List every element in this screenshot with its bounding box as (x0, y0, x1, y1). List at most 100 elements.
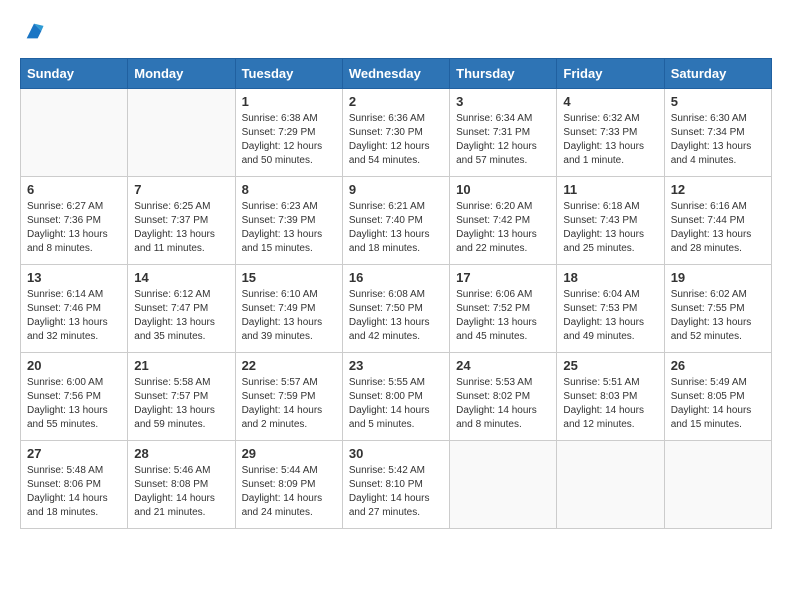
page-header (20, 20, 772, 42)
day-info: Sunrise: 6:08 AM Sunset: 7:50 PM Dayligh… (349, 288, 443, 344)
day-number: 11 (563, 182, 657, 197)
calendar-cell: 20 Sunrise: 6:00 AM Sunset: 7:56 PM Dayli… (21, 353, 128, 441)
calendar-cell: 15Sunrise: 6:10 AM Sunset: 7:49 PM Dayli… (235, 265, 342, 353)
day-info: Sunrise: 5:58 AM Sunset: 7:57 PM Dayligh… (134, 376, 228, 432)
day-info: Sunrise: 6:18 AM Sunset: 7:43 PM Dayligh… (563, 200, 657, 256)
day-number: 13 (27, 270, 121, 285)
calendar-cell (557, 441, 664, 529)
calendar-cell: 23 Sunrise: 5:55 AM Sunset: 8:00 PM Dayli… (342, 353, 449, 441)
week-row-4: 20 Sunrise: 6:00 AM Sunset: 7:56 PM Dayli… (21, 353, 772, 441)
day-info: Sunrise: 5:51 AM Sunset: 8:03 PM Dayligh… (563, 376, 657, 432)
calendar-cell: 24 Sunrise: 5:53 AM Sunset: 8:02 PM Dayli… (450, 353, 557, 441)
logo (20, 20, 45, 42)
day-number: 30 (349, 446, 443, 461)
calendar-cell: 29 Sunrise: 5:44 AM Sunset: 8:09 PM Dayli… (235, 441, 342, 529)
day-info: Sunrise: 5:55 AM Sunset: 8:00 PM Dayligh… (349, 376, 443, 432)
day-number: 10 (456, 182, 550, 197)
day-info: Sunrise: 5:53 AM Sunset: 8:02 PM Dayligh… (456, 376, 550, 432)
calendar-cell: 1Sunrise: 6:38 AM Sunset: 7:29 PM Daylig… (235, 89, 342, 177)
calendar-cell: 11 Sunrise: 6:18 AM Sunset: 7:43 PM Dayli… (557, 177, 664, 265)
calendar-cell: 12 Sunrise: 6:16 AM Sunset: 7:44 PM Dayli… (664, 177, 771, 265)
day-info: Sunrise: 6:00 AM Sunset: 7:56 PM Dayligh… (27, 376, 121, 432)
col-header-thursday: Thursday (450, 59, 557, 89)
day-info: Sunrise: 5:46 AM Sunset: 8:08 PM Dayligh… (134, 464, 228, 520)
day-number: 12 (671, 182, 765, 197)
calendar-cell: 17 Sunrise: 6:06 AM Sunset: 7:52 PM Dayli… (450, 265, 557, 353)
day-number: 6 (27, 182, 121, 197)
calendar-cell: 7 Sunrise: 6:25 AM Sunset: 7:37 PM Daylig… (128, 177, 235, 265)
col-header-friday: Friday (557, 59, 664, 89)
calendar-cell: 4 Sunrise: 6:32 AM Sunset: 7:33 PM Daylig… (557, 89, 664, 177)
day-info: Sunrise: 6:14 AM Sunset: 7:46 PM Dayligh… (27, 288, 121, 344)
calendar-cell (21, 89, 128, 177)
calendar-cell: 30 Sunrise: 5:42 AM Sunset: 8:10 PM Dayli… (342, 441, 449, 529)
day-info: Sunrise: 6:04 AM Sunset: 7:53 PM Dayligh… (563, 288, 657, 344)
day-info: Sunrise: 6:38 AM Sunset: 7:29 PM Dayligh… (242, 112, 336, 168)
col-header-wednesday: Wednesday (342, 59, 449, 89)
day-number: 24 (456, 358, 550, 373)
day-number: 4 (563, 94, 657, 109)
day-number: 22 (242, 358, 336, 373)
day-number: 18 (563, 270, 657, 285)
calendar-cell: 21 Sunrise: 5:58 AM Sunset: 7:57 PM Dayli… (128, 353, 235, 441)
day-number: 3 (456, 94, 550, 109)
day-number: 23 (349, 358, 443, 373)
day-info: Sunrise: 6:25 AM Sunset: 7:37 PM Dayligh… (134, 200, 228, 256)
calendar-table: SundayMondayTuesdayWednesdayThursdayFrid… (20, 58, 772, 529)
day-info: Sunrise: 6:06 AM Sunset: 7:52 PM Dayligh… (456, 288, 550, 344)
day-number: 27 (27, 446, 121, 461)
col-header-saturday: Saturday (664, 59, 771, 89)
day-number: 2 (349, 94, 443, 109)
calendar-cell: 13 Sunrise: 6:14 AM Sunset: 7:46 PM Dayli… (21, 265, 128, 353)
calendar-cell: 22 Sunrise: 5:57 AM Sunset: 7:59 PM Dayli… (235, 353, 342, 441)
day-info: Sunrise: 6:02 AM Sunset: 7:55 PM Dayligh… (671, 288, 765, 344)
day-number: 29 (242, 446, 336, 461)
calendar-cell (664, 441, 771, 529)
day-number: 14 (134, 270, 228, 285)
day-number: 17 (456, 270, 550, 285)
day-info: Sunrise: 5:57 AM Sunset: 7:59 PM Dayligh… (242, 376, 336, 432)
calendar-cell (128, 89, 235, 177)
calendar-cell: 16Sunrise: 6:08 AM Sunset: 7:50 PM Dayli… (342, 265, 449, 353)
day-number: 20 (27, 358, 121, 373)
day-info: Sunrise: 5:48 AM Sunset: 8:06 PM Dayligh… (27, 464, 121, 520)
calendar-cell: 6 Sunrise: 6:27 AM Sunset: 7:36 PM Daylig… (21, 177, 128, 265)
day-number: 7 (134, 182, 228, 197)
day-info: Sunrise: 6:32 AM Sunset: 7:33 PM Dayligh… (563, 112, 657, 168)
day-number: 19 (671, 270, 765, 285)
day-info: Sunrise: 6:30 AM Sunset: 7:34 PM Dayligh… (671, 112, 765, 168)
day-info: Sunrise: 6:34 AM Sunset: 7:31 PM Dayligh… (456, 112, 550, 168)
week-row-5: 27 Sunrise: 5:48 AM Sunset: 8:06 PM Dayli… (21, 441, 772, 529)
col-header-sunday: Sunday (21, 59, 128, 89)
day-info: Sunrise: 5:42 AM Sunset: 8:10 PM Dayligh… (349, 464, 443, 520)
col-header-monday: Monday (128, 59, 235, 89)
day-info: Sunrise: 5:44 AM Sunset: 8:09 PM Dayligh… (242, 464, 336, 520)
day-info: Sunrise: 6:16 AM Sunset: 7:44 PM Dayligh… (671, 200, 765, 256)
col-header-tuesday: Tuesday (235, 59, 342, 89)
week-row-1: 1Sunrise: 6:38 AM Sunset: 7:29 PM Daylig… (21, 89, 772, 177)
day-info: Sunrise: 6:27 AM Sunset: 7:36 PM Dayligh… (27, 200, 121, 256)
day-info: Sunrise: 6:23 AM Sunset: 7:39 PM Dayligh… (242, 200, 336, 256)
calendar-cell: 3 Sunrise: 6:34 AM Sunset: 7:31 PM Daylig… (450, 89, 557, 177)
calendar-cell: 26Sunrise: 5:49 AM Sunset: 8:05 PM Dayli… (664, 353, 771, 441)
calendar-cell: 8 Sunrise: 6:23 AM Sunset: 7:39 PM Daylig… (235, 177, 342, 265)
day-number: 21 (134, 358, 228, 373)
calendar-cell: 19 Sunrise: 6:02 AM Sunset: 7:55 PM Dayli… (664, 265, 771, 353)
calendar-cell: 27 Sunrise: 5:48 AM Sunset: 8:06 PM Dayli… (21, 441, 128, 529)
day-info: Sunrise: 6:10 AM Sunset: 7:49 PM Dayligh… (242, 288, 336, 344)
day-number: 8 (242, 182, 336, 197)
logo-icon (23, 20, 45, 42)
day-number: 28 (134, 446, 228, 461)
calendar-header-row: SundayMondayTuesdayWednesdayThursdayFrid… (21, 59, 772, 89)
calendar-cell: 18 Sunrise: 6:04 AM Sunset: 7:53 PM Dayli… (557, 265, 664, 353)
calendar-cell: 28 Sunrise: 5:46 AM Sunset: 8:08 PM Dayli… (128, 441, 235, 529)
day-info: Sunrise: 5:49 AM Sunset: 8:05 PM Dayligh… (671, 376, 765, 432)
day-number: 5 (671, 94, 765, 109)
calendar-cell: 14Sunrise: 6:12 AM Sunset: 7:47 PM Dayli… (128, 265, 235, 353)
week-row-2: 6 Sunrise: 6:27 AM Sunset: 7:36 PM Daylig… (21, 177, 772, 265)
day-number: 9 (349, 182, 443, 197)
calendar-cell: 5 Sunrise: 6:30 AM Sunset: 7:34 PM Daylig… (664, 89, 771, 177)
calendar-cell: 2Sunrise: 6:36 AM Sunset: 7:30 PM Daylig… (342, 89, 449, 177)
day-info: Sunrise: 6:21 AM Sunset: 7:40 PM Dayligh… (349, 200, 443, 256)
week-row-3: 13 Sunrise: 6:14 AM Sunset: 7:46 PM Dayli… (21, 265, 772, 353)
